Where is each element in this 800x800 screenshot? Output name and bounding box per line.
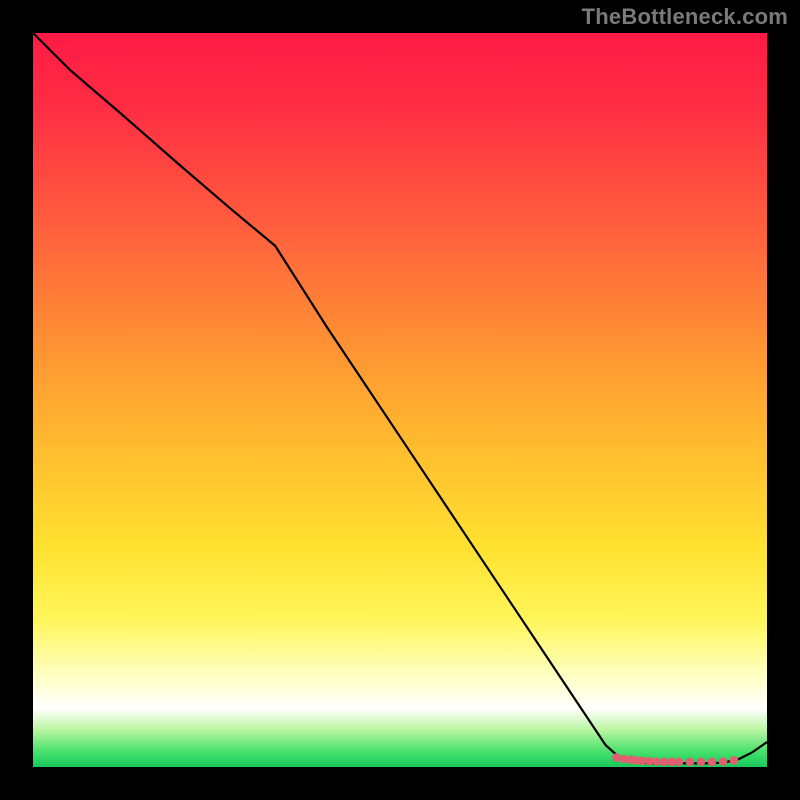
data-marker bbox=[612, 753, 621, 762]
data-marker bbox=[653, 757, 662, 766]
data-marker bbox=[667, 758, 676, 767]
plot-area bbox=[33, 33, 767, 767]
data-marker bbox=[686, 758, 695, 767]
curve-line bbox=[33, 33, 767, 763]
data-marker bbox=[645, 757, 654, 766]
data-marker bbox=[730, 756, 739, 765]
attribution-text: TheBottleneck.com bbox=[582, 4, 788, 30]
data-marker bbox=[719, 757, 728, 766]
data-marker bbox=[675, 758, 684, 767]
data-marker bbox=[638, 756, 647, 765]
data-marker bbox=[697, 758, 706, 767]
data-marker bbox=[660, 758, 669, 767]
data-marker bbox=[708, 758, 717, 767]
data-marker bbox=[620, 755, 629, 764]
chart-frame: TheBottleneck.com bbox=[0, 0, 800, 800]
chart-overlay bbox=[33, 33, 767, 767]
